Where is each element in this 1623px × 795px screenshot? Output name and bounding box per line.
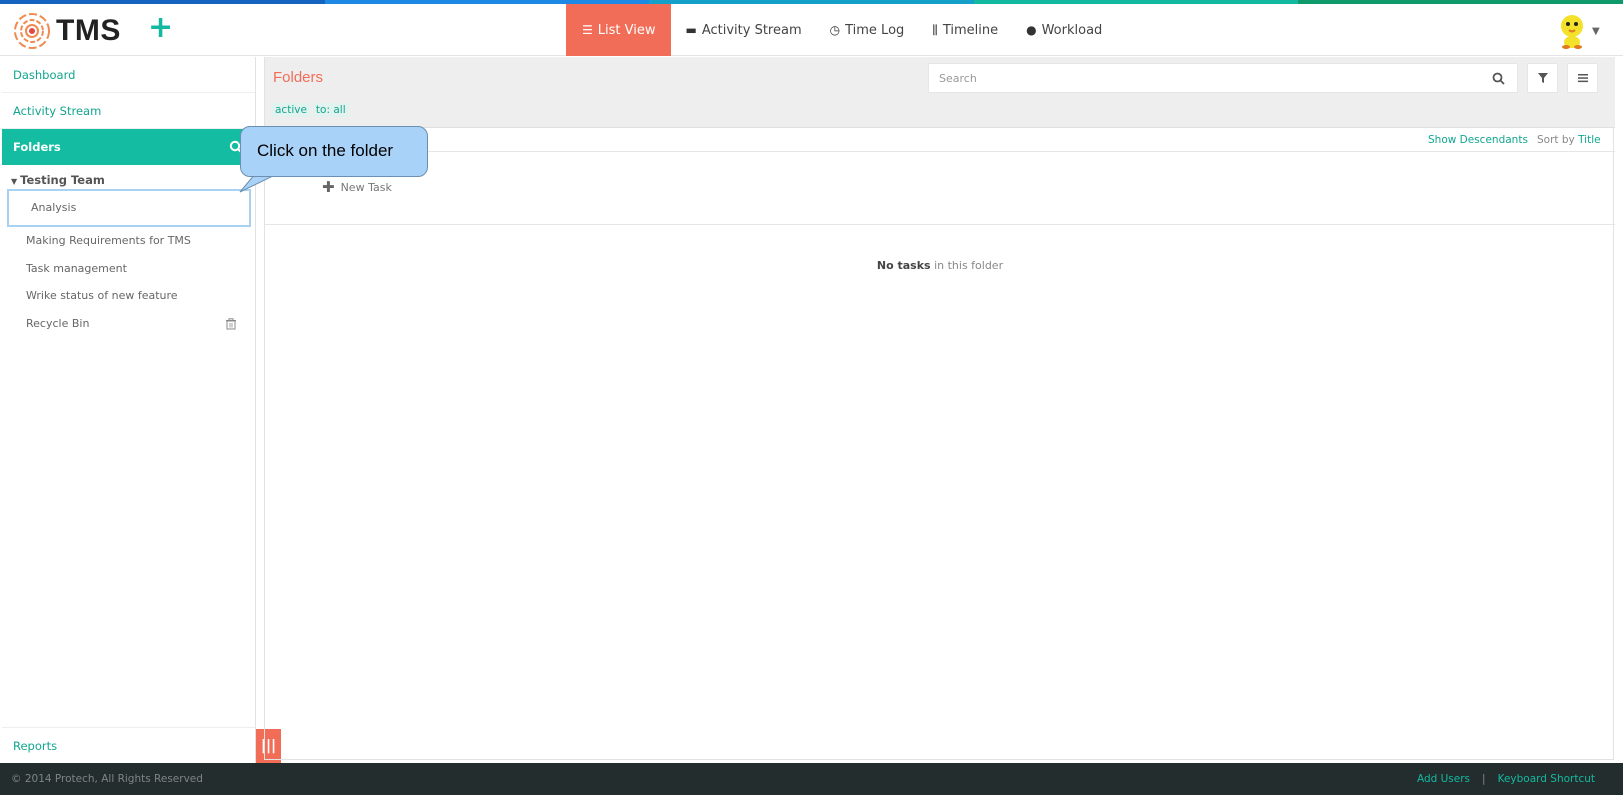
main-nav: ☰ List View ▬ Activity Stream ◷ Time Log…: [566, 4, 1116, 56]
user-avatar[interactable]: [1556, 12, 1588, 50]
caret-down-icon: ▼: [11, 177, 18, 186]
footer: © 2014 Protech, All Rights Reserved Add …: [0, 763, 1623, 795]
copyright-text: © 2014 Protech, All Rights Reserved: [11, 773, 203, 785]
folder-item[interactable]: Task management: [2, 255, 255, 283]
footer-separator: |: [1482, 773, 1486, 785]
user-icon: ●: [1026, 23, 1037, 37]
folders-label: Folders: [13, 140, 61, 154]
chevron-down-icon[interactable]: ▼: [1592, 26, 1600, 37]
header: TMS + ☰ List View ▬ Activity Stream ◷ Ti…: [0, 4, 1623, 56]
filter-chips: active to: all: [272, 103, 349, 117]
sidebar: Dashboard Activity Stream Folders ▼ Testi…: [2, 57, 256, 763]
sidebar-item-dashboard[interactable]: Dashboard: [2, 57, 255, 93]
callout-text: Click on the folder: [257, 141, 394, 160]
new-task-label: New Task: [340, 180, 392, 194]
folder-tree-team[interactable]: ▼ Testing Team: [2, 171, 255, 189]
keyboard-shortcut-link[interactable]: Keyboard Shortcut: [1498, 773, 1595, 785]
nav-label: Activity Stream: [701, 22, 802, 38]
sidebar-item-reports[interactable]: Reports: [2, 727, 255, 763]
sort-by-value[interactable]: Title: [1578, 134, 1601, 146]
empty-state-rest: in this folder: [930, 259, 1004, 272]
nav-activity-stream[interactable]: ▬ Activity Stream: [671, 4, 815, 56]
search-icon[interactable]: [1492, 72, 1505, 85]
sort-bar: Show Descendants Sort by Title: [265, 128, 1615, 152]
nav-label: Time Log: [845, 22, 905, 38]
show-descendants-link[interactable]: Show Descendants: [1428, 134, 1528, 146]
sort-by: Sort by Title: [1537, 134, 1601, 146]
logo[interactable]: TMS: [10, 8, 122, 54]
folder-item[interactable]: Making Requirements for TMS: [2, 227, 255, 255]
add-new-button[interactable]: +: [148, 13, 173, 43]
search-input[interactable]: [929, 64, 1517, 92]
folder-item-recycle-bin[interactable]: Recycle Bin: [2, 310, 255, 338]
nav-label: Timeline: [942, 22, 999, 38]
nav-label: Workload: [1041, 22, 1103, 38]
panel-header: Folders active to: all: [265, 57, 1615, 128]
team-label: Testing Team: [20, 173, 105, 187]
menu-button[interactable]: [1567, 63, 1598, 93]
sort-by-label: Sort by: [1537, 134, 1575, 146]
plus-icon: ✚: [322, 178, 335, 196]
timeline-icon: ⫼: [932, 22, 938, 37]
folder-item-analysis[interactable]: Analysis: [7, 189, 251, 227]
nav-timeline[interactable]: ⫼ Timeline: [918, 4, 1012, 56]
trash-icon[interactable]: [225, 317, 237, 330]
empty-state-message: No tasks in this folder: [265, 259, 1615, 272]
nav-label: List View: [597, 22, 656, 38]
filter-chip-status[interactable]: active: [272, 103, 310, 117]
add-users-link[interactable]: Add Users: [1417, 773, 1470, 785]
nav-list-view[interactable]: ☰ List View: [566, 4, 672, 56]
sidebar-item-folders[interactable]: Folders: [2, 129, 255, 165]
page-title: Folders: [273, 69, 324, 86]
list-icon: ☰: [582, 23, 593, 37]
logo-emblem-icon: [14, 13, 50, 49]
new-task-button[interactable]: ✚ New Task: [322, 178, 392, 196]
app-root: TMS + ☰ List View ▬ Activity Stream ◷ Ti…: [0, 0, 1623, 795]
recycle-bin-label: Recycle Bin: [26, 316, 90, 330]
empty-state-bold: No tasks: [876, 259, 931, 272]
funnel-icon: [1537, 73, 1548, 83]
comment-icon: ▬: [685, 23, 697, 37]
sidebar-item-activity-stream[interactable]: Activity Stream: [2, 93, 255, 129]
footer-links: Add Users | Keyboard Shortcut: [1417, 773, 1595, 785]
new-task-row: ✚ New Task: [265, 153, 1615, 225]
folder-item[interactable]: Wrike status of new feature: [2, 282, 255, 310]
search-box: [928, 63, 1518, 93]
hamburger-menu-icon: [1577, 74, 1588, 83]
nav-time-log[interactable]: ◷ Time Log: [816, 4, 919, 56]
nav-workload[interactable]: ● Workload: [1012, 4, 1116, 56]
main-panel: Folders active to: all Search Show Desce…: [264, 57, 1615, 760]
clock-icon: ◷: [829, 23, 841, 37]
filter-chip-assignee[interactable]: to: all: [312, 103, 349, 117]
logo-text: TMS: [56, 14, 121, 47]
filter-button[interactable]: [1527, 63, 1558, 93]
tutorial-callout: Click on the folder: [240, 126, 428, 177]
